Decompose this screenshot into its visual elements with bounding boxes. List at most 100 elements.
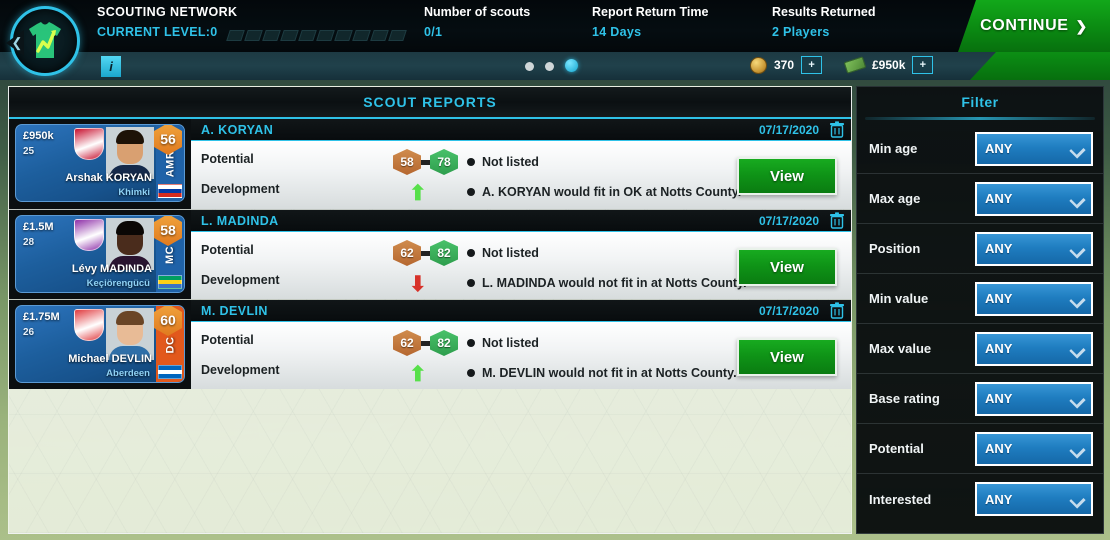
scout-reports-panel: SCOUT REPORTS £950k 25 AMR 56 Arshak KOR… <box>8 86 852 534</box>
level-segment <box>226 30 245 41</box>
trash-icon[interactable] <box>829 302 845 319</box>
page-dot-2[interactable] <box>545 62 554 71</box>
report-player-name: A. KORYAN <box>201 122 274 137</box>
filter-select[interactable]: ANY <box>975 181 1093 216</box>
filter-value: ANY <box>985 291 1013 306</box>
bullet-icon <box>467 279 475 287</box>
page-dot-3[interactable] <box>565 59 578 72</box>
player-position: DC <box>163 336 176 354</box>
filter-select[interactable]: ANY <box>975 482 1093 516</box>
filter-label: Potential <box>869 441 924 456</box>
filter-label: Max age <box>869 191 921 206</box>
filter-select[interactable]: ANY <box>975 281 1093 316</box>
player-nationality-flag <box>158 184 182 198</box>
scouting-network-title: SCOUTING NETWORK <box>97 5 238 19</box>
chevron-down-icon <box>1070 295 1082 303</box>
trash-icon[interactable] <box>829 212 845 229</box>
bullet-icon <box>467 369 475 377</box>
scout-report-row: £1.5M 28 MC 58 Lévy MADINDA Keçiörengücü… <box>9 209 851 299</box>
page-dot-1[interactable] <box>525 62 534 71</box>
player-nationality-flag <box>158 275 182 289</box>
potential-link <box>421 250 430 256</box>
label-development: Development <box>201 273 280 287</box>
report-body: Potential Development 58 78 ⬆ Not listed… <box>191 141 851 209</box>
level-segment <box>298 30 317 41</box>
continue-chevron-icon: ❯ <box>1075 17 1088 34</box>
player-full-name: Lévy MADINDA <box>71 263 152 275</box>
scout-report-row: £950k 25 AMR 56 Arshak KORYAN Khimki A. … <box>9 119 851 209</box>
status-note-text: Not listed <box>482 336 539 350</box>
chevron-down-icon <box>1070 345 1082 353</box>
stat-value-scouts: 0/1 <box>424 25 443 39</box>
filter-row: Min age ANY <box>857 124 1103 174</box>
label-potential: Potential <box>201 243 254 257</box>
view-button-label: View <box>770 348 804 366</box>
filter-value: ANY <box>985 191 1013 206</box>
report-attribute-labels: Potential Development <box>191 141 391 209</box>
bullet-icon <box>467 158 475 166</box>
view-report-button[interactable]: View <box>737 157 837 195</box>
add-coins-button[interactable]: + <box>801 56 823 74</box>
label-potential: Potential <box>201 152 254 166</box>
player-rating-value: 60 <box>160 312 176 328</box>
report-title-bar: A. KORYAN 07/17/2020 <box>191 119 851 141</box>
filter-value: ANY <box>985 341 1013 356</box>
potential-pair: 62 82 <box>393 240 458 266</box>
development-arrow-up-icon: ⬆ <box>409 182 427 205</box>
chevron-down-icon <box>1070 395 1082 403</box>
player-age: 25 <box>23 146 35 157</box>
view-button-label: View <box>770 167 804 185</box>
filter-label: Interested <box>869 491 932 507</box>
subbar-green-accent <box>970 52 1110 80</box>
chevron-down-icon <box>1070 245 1082 253</box>
filter-select[interactable]: ANY <box>975 231 1093 266</box>
report-attribute-labels: Potential Development <box>191 232 391 299</box>
filter-label: Base rating <box>869 391 940 406</box>
report-content: A. KORYAN 07/17/2020 Potential Developme… <box>191 119 851 209</box>
report-title-bar: M. DEVLIN 07/17/2020 <box>191 300 851 322</box>
filter-row: Interested ANY <box>857 474 1103 524</box>
filter-label: Max value <box>869 341 932 356</box>
development-arrow-down-icon: ⬇ <box>409 273 427 296</box>
player-nationality-flag <box>158 365 182 379</box>
chevron-down-icon <box>1070 195 1082 203</box>
add-cash-button[interactable]: + <box>912 56 934 74</box>
fit-note-text: A. KORYAN would fit in OK at Notts Count… <box>482 185 742 199</box>
filter-row: Position ANY <box>857 224 1103 274</box>
potential-current-value: 62 <box>400 246 414 260</box>
player-card[interactable]: £950k 25 AMR 56 Arshak KORYAN Khimki <box>15 124 185 202</box>
continue-button[interactable]: CONTINUE ❯ <box>958 0 1110 52</box>
portrait-hair <box>116 221 144 235</box>
level-segment <box>244 30 263 41</box>
label-development: Development <box>201 363 280 377</box>
report-date: 07/17/2020 <box>758 122 819 137</box>
filter-select[interactable]: ANY <box>975 381 1093 416</box>
club-crest-icon <box>74 309 104 341</box>
trash-icon[interactable] <box>829 121 845 138</box>
filter-label: Position <box>869 241 921 256</box>
view-report-button[interactable]: View <box>737 338 837 376</box>
info-icon[interactable]: i <box>101 56 121 77</box>
scout-reports-header: SCOUT REPORTS <box>9 87 851 119</box>
filter-label: Min age <box>869 141 918 156</box>
label-potential: Potential <box>201 333 254 347</box>
player-age: 26 <box>23 327 35 338</box>
report-ratings: 62 82 ⬆ <box>391 322 467 389</box>
scouting-network-screen: SCOUTING NETWORK CURRENT LEVEL:0 Number … <box>0 0 1110 540</box>
label-development: Development <box>201 182 280 196</box>
view-report-button[interactable]: View <box>737 248 837 286</box>
potential-target-badge: 82 <box>430 240 458 266</box>
level-segment <box>262 30 281 41</box>
view-button-label: View <box>770 258 804 276</box>
player-card[interactable]: £1.75M 26 DC 60 Michael DEVLIN Aberdeen <box>15 305 185 383</box>
top-header-bar: SCOUTING NETWORK CURRENT LEVEL:0 Number … <box>0 0 1110 52</box>
level-progress-bar <box>226 30 407 41</box>
filter-select[interactable]: ANY <box>975 431 1093 466</box>
stat-value-results: 2 Players <box>772 25 830 39</box>
coin-value: 370 <box>774 58 795 72</box>
report-ratings: 58 78 ⬆ <box>391 141 467 209</box>
filter-select[interactable]: ANY <box>975 131 1093 166</box>
filter-select[interactable]: ANY <box>975 331 1093 366</box>
potential-target-value: 78 <box>437 155 451 169</box>
player-card[interactable]: £1.5M 28 MC 58 Lévy MADINDA Keçiörengücü <box>15 215 185 293</box>
